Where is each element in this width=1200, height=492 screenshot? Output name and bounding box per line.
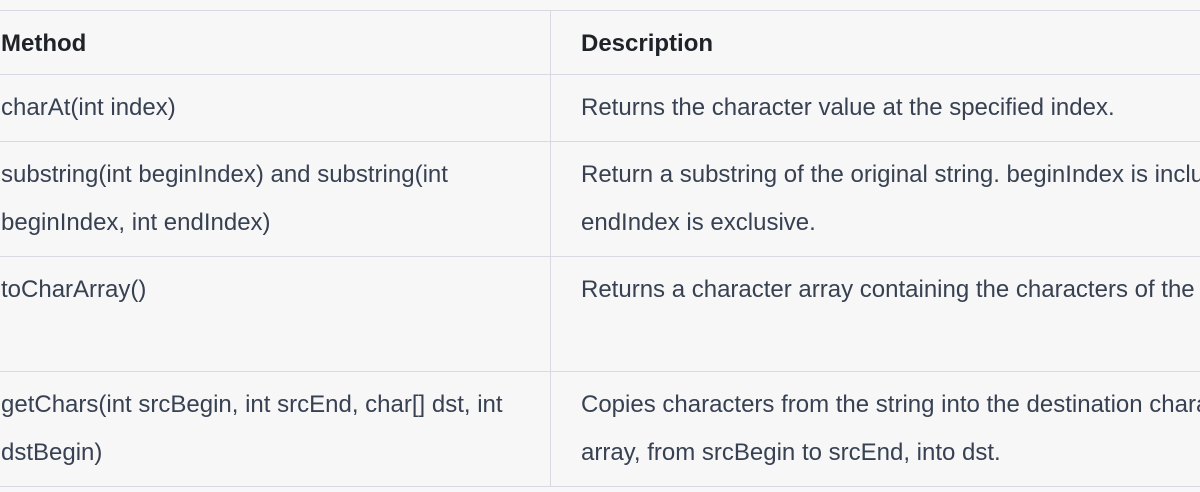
method-cell: charAt(int index): [0, 74, 551, 142]
description-cell: Copies characters from the string into t…: [550, 371, 1200, 487]
table-row: substring(int beginIndex) and substring(…: [0, 141, 1200, 257]
column-header-method: Method: [0, 10, 551, 75]
method-cell: toCharArray(): [0, 256, 551, 372]
table-header-row: Method Description: [0, 10, 1200, 75]
method-cell: substring(int beginIndex) and substring(…: [0, 141, 551, 257]
method-cell: getChars(int srcBegin, int srcEnd, char[…: [0, 371, 551, 487]
description-cell: Returns a character array containing the…: [550, 256, 1200, 372]
description-cell: Returns the character value at the speci…: [550, 74, 1200, 142]
table-row: getChars(int srcBegin, int srcEnd, char[…: [0, 371, 1200, 487]
methods-table: Method Description charAt(int index) Ret…: [0, 10, 1200, 487]
column-header-description: Description: [550, 10, 1200, 75]
table-row: charAt(int index) Returns the character …: [0, 74, 1200, 142]
document-viewport: Method Description charAt(int index) Ret…: [0, 0, 1200, 492]
table-row: toCharArray() Returns a character array …: [0, 256, 1200, 372]
description-cell: Return a substring of the original strin…: [550, 141, 1200, 257]
